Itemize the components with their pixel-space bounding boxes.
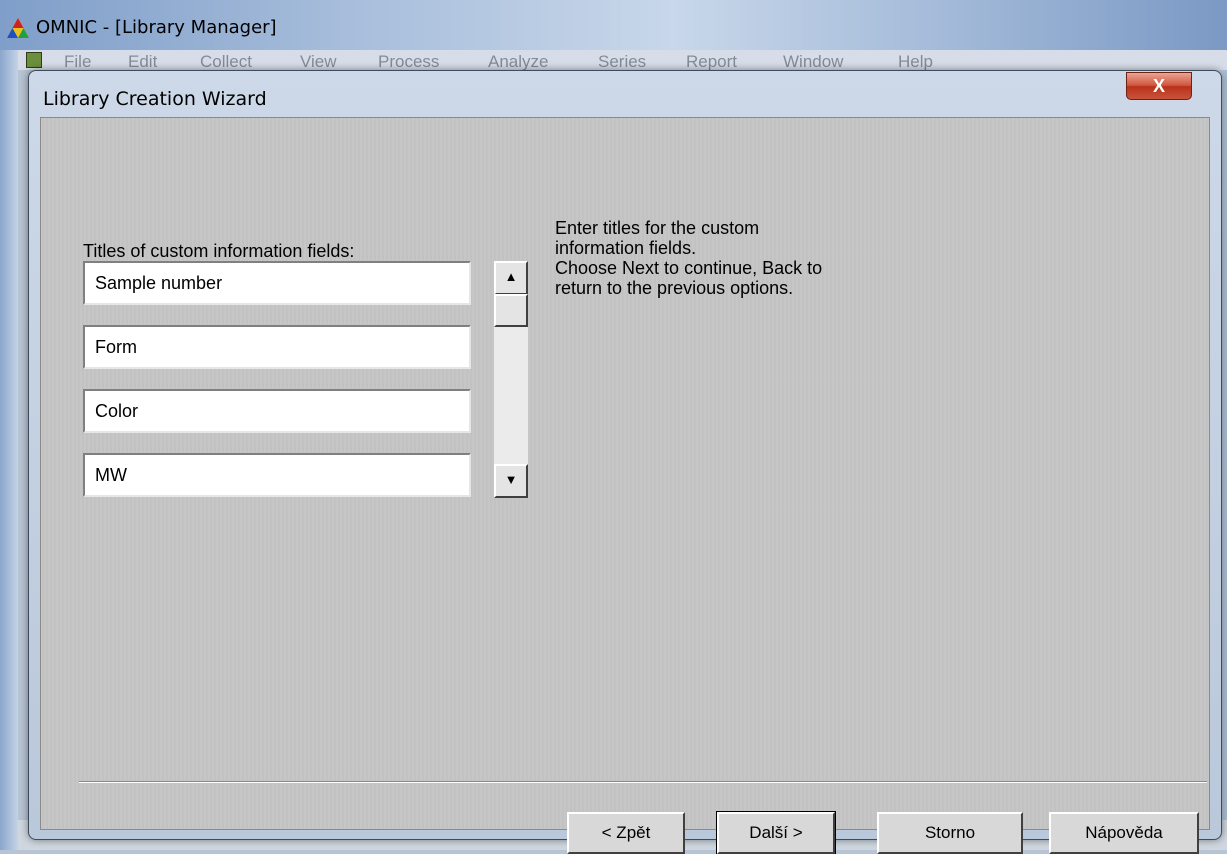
- menu-file[interactable]: File: [64, 52, 91, 70]
- menu-edit[interactable]: Edit: [128, 52, 157, 70]
- menu-series[interactable]: Series: [598, 52, 646, 70]
- scrollbar-thumb[interactable]: [494, 294, 528, 327]
- next-button[interactable]: Další >: [716, 811, 836, 854]
- scroll-up-arrow-icon[interactable]: ▲: [494, 261, 528, 295]
- app-left-edge: [0, 50, 18, 850]
- instruction-line: return to the previous options.: [555, 278, 794, 298]
- library-creation-wizard-dialog: Library Creation Wizard X Titles of cust…: [28, 70, 1222, 854]
- fields-caption: Titles of custom information fields:: [83, 241, 355, 261]
- back-button[interactable]: < Zpět: [567, 812, 685, 854]
- instruction-line: information fields.: [555, 238, 697, 258]
- menu-help[interactable]: Help: [898, 52, 933, 70]
- instruction-line: Enter titles for the custom: [555, 218, 760, 238]
- dialog-client-area: Titles of custom information fields: Sam…: [40, 117, 1210, 854]
- custom-field-1-input[interactable]: Sample number: [83, 261, 471, 305]
- custom-field-2-input[interactable]: Form: [83, 325, 471, 369]
- button-separator: [79, 781, 1207, 783]
- close-button[interactable]: X: [1126, 72, 1192, 100]
- cancel-button[interactable]: Storno: [877, 812, 1023, 854]
- menu-process[interactable]: Process: [378, 52, 439, 70]
- menu-analyze[interactable]: Analyze: [488, 52, 548, 70]
- instructions-text: Enter titles for the custom information …: [555, 218, 975, 298]
- menu-collect[interactable]: Collect: [200, 52, 252, 70]
- menu-view[interactable]: View: [300, 52, 337, 70]
- menu-report[interactable]: Report: [686, 52, 737, 70]
- help-button[interactable]: Nápověda: [1049, 812, 1199, 854]
- menu-window[interactable]: Window: [783, 52, 843, 70]
- app-title-bar: OMNIC - [Library Manager]: [0, 0, 1227, 50]
- document-icon: [26, 52, 42, 68]
- dialog-title: Library Creation Wizard: [43, 88, 267, 110]
- app-menu-bar: File Edit Collect View Process Analyze S…: [18, 50, 1227, 70]
- custom-field-3-input[interactable]: Color: [83, 389, 471, 433]
- custom-field-4-input[interactable]: MW: [83, 453, 471, 497]
- instruction-line: Choose Next to continue, Back to: [555, 258, 823, 278]
- scroll-down-arrow-icon[interactable]: ▼: [494, 464, 528, 498]
- omnic-logo-icon: [7, 18, 29, 38]
- app-title: OMNIC - [Library Manager]: [36, 17, 277, 38]
